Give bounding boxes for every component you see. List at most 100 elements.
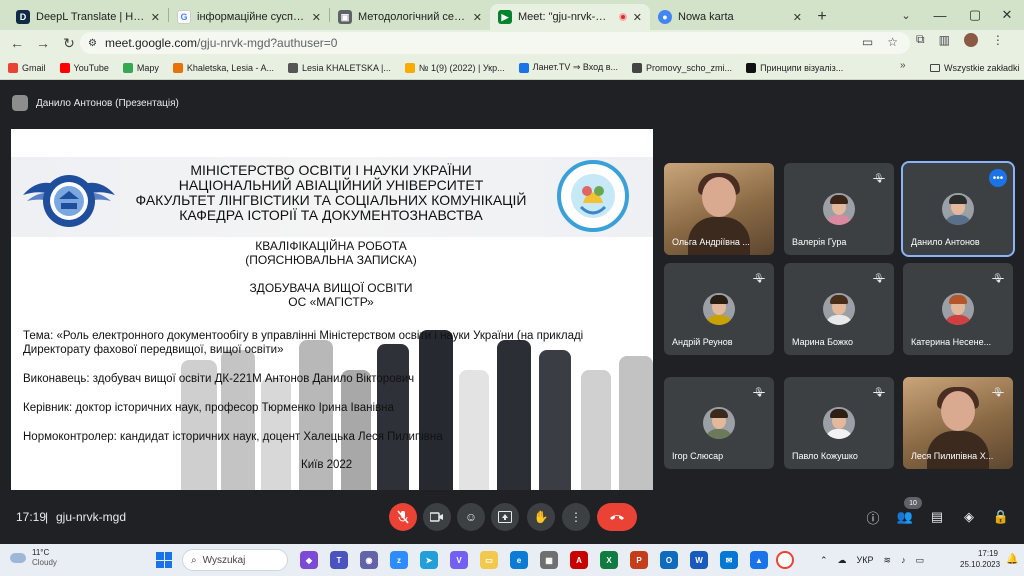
tab-search-icon[interactable]: ⌄ [896, 6, 916, 24]
close-icon[interactable]: ✕ [312, 11, 321, 24]
language-indicator[interactable]: УКР [857, 555, 874, 565]
participant-tile[interactable]: 🎙 Ігор Слюсар [664, 377, 774, 469]
chrome-icon: ● [658, 10, 672, 24]
side-panel-icon[interactable]: ▥ [939, 33, 950, 47]
wifi-icon[interactable]: ≋ [884, 555, 892, 566]
cloud-sync-icon[interactable]: ☁ [838, 555, 847, 566]
mic-toggle-button[interactable] [389, 503, 417, 531]
teams-icon[interactable]: T [330, 551, 348, 569]
topic-line: Директорату фахової передвищої, вищої ос… [23, 344, 284, 356]
menu-icon[interactable]: ⋮ [992, 33, 1004, 47]
back-icon[interactable]: ← [4, 31, 30, 55]
outlook-icon[interactable]: O [660, 551, 678, 569]
present-button[interactable] [491, 503, 519, 531]
minimize-button[interactable]: — [920, 0, 960, 30]
bookmark-item[interactable]: Gmail [8, 62, 46, 73]
bookmark-item[interactable]: № 1(9) (2022) | Укр... [404, 62, 505, 73]
bookmarks-overflow-icon[interactable]: » [900, 60, 906, 71]
all-bookmarks-button[interactable]: Wszystkie zakładki [930, 56, 1020, 80]
system-tray: ⌃ ☁ УКР ≋ ♪ ▭ [820, 544, 924, 576]
powerpoint-icon[interactable]: P [630, 551, 648, 569]
pdf-reader-icon[interactable]: A [570, 551, 588, 569]
bookmark-item[interactable]: Mapy [122, 62, 159, 73]
weather-widget[interactable]: 11°C Cloudy [10, 548, 57, 568]
copilot-icon[interactable]: ◆ [300, 551, 318, 569]
avatar [942, 293, 974, 325]
system-clock[interactable]: 17:19 25.10.2023 [960, 548, 1000, 570]
close-icon[interactable]: ✕ [793, 11, 802, 24]
mic-off-icon: 🎙 [992, 386, 1004, 397]
tab-google-search[interactable]: G інформаційне суспільство в с ✕ [169, 4, 329, 30]
reload-icon[interactable]: ↻ [56, 31, 82, 55]
host-controls-icon[interactable]: 🔒 [992, 508, 1010, 526]
more-options-button[interactable]: ⋮ [562, 503, 590, 531]
participant-name: Леся Пилипівна Х... [911, 451, 994, 461]
new-tab-button[interactable]: + [810, 4, 834, 30]
battery-icon[interactable]: ▭ [916, 555, 925, 566]
address-bar[interactable]: ⚙ meet.google.com/gju-nrvk-mgd?authuser=… [80, 32, 910, 54]
close-icon[interactable]: ✕ [473, 11, 482, 24]
activities-icon[interactable]: ◈ [960, 508, 978, 526]
participant-tile[interactable]: 🎙 Марина Божко [784, 263, 894, 355]
excel-icon[interactable]: X [600, 551, 618, 569]
profile-avatar[interactable] [963, 32, 978, 47]
people-icon[interactable]: 👥 [896, 508, 914, 526]
camera-toggle-button[interactable] [423, 503, 451, 531]
start-button[interactable] [156, 552, 172, 568]
presentation-slide[interactable]: МІНІСТЕРСТВО ОСВІТИ І НАУКИ УКРАЇНИ НАЦІ… [11, 129, 653, 490]
close-icon[interactable]: ✕ [633, 11, 642, 24]
site-info-icon[interactable]: ⚙ [88, 38, 97, 49]
word-icon[interactable]: W [690, 551, 708, 569]
close-window-button[interactable]: ✕ [987, 0, 1024, 30]
tab-meet[interactable]: ▶ Meet: "gju-nrvk-mgd" ✕ [490, 4, 650, 30]
bookmark-item[interactable]: Принципи візуаліз... [746, 62, 843, 73]
viber-icon[interactable]: V [450, 551, 468, 569]
chat-icon[interactable]: ▤ [928, 508, 946, 526]
camera-icon[interactable]: ▭ [862, 35, 873, 49]
tab-title: інформаційне суспільство в с [197, 11, 306, 23]
photos-icon[interactable]: ▲ [750, 551, 768, 569]
leave-call-button[interactable] [597, 503, 637, 531]
bookmark-item[interactable]: Khaletska, Lesia - A... [172, 62, 274, 73]
file-explorer-icon[interactable]: ▭ [480, 551, 498, 569]
bookmark-item[interactable]: Promovy_scho_zmi... [632, 62, 732, 73]
mail-icon[interactable]: ✉ [720, 551, 738, 569]
avatar [823, 193, 855, 225]
store-icon[interactable]: ▦ [540, 551, 558, 569]
notifications-chevron-icon[interactable]: ⌃ [820, 555, 828, 566]
telegram-icon[interactable]: ➤ [420, 551, 438, 569]
info-icon[interactable]: ⓘ [864, 508, 882, 526]
reactions-button[interactable]: ☺ [457, 503, 485, 531]
participant-tile[interactable]: Ольга Андріївна ... [664, 163, 774, 255]
presenter-avatar [12, 95, 28, 111]
raise-hand-button[interactable]: ✋ [527, 503, 555, 531]
participant-tile[interactable]: 🎙 Валерія Гура [784, 163, 894, 255]
edge-icon[interactable]: e [510, 551, 528, 569]
bookmark-item[interactable]: Lesia KHALETSKA |... [287, 62, 391, 73]
extensions-icon[interactable]: ⧉ [916, 32, 925, 47]
close-icon[interactable]: ✕ [151, 11, 160, 24]
tab-new[interactable]: ● Nowa karta ✕ [650, 4, 810, 30]
participant-tile[interactable]: 🎙 Павло Кожушко [784, 377, 894, 469]
taskbar-search[interactable]: ⌕ Wyszukaj [182, 549, 288, 571]
participant-tile[interactable]: 🎙 Андрій Реунов [664, 263, 774, 355]
bookmark-item[interactable]: YouTube [59, 62, 109, 73]
zoom-icon[interactable]: z [390, 551, 408, 569]
tab-title: Методологічний семінар [358, 11, 467, 23]
tab-deepl[interactable]: D DeepL Translate | Найточніші ✕ [8, 4, 168, 30]
chrome-taskbar-icon[interactable] [776, 551, 794, 569]
participant-tile[interactable]: 🎙 Катерина Несене... [903, 263, 1013, 355]
more-options-icon[interactable]: ••• [989, 169, 1007, 187]
volume-icon[interactable]: ♪ [901, 555, 906, 565]
bookmark-label: Mapy [136, 62, 159, 73]
tab-seminar[interactable]: ▣ Методологічний семінар ✕ [330, 4, 490, 30]
chat-app-icon[interactable]: ◉ [360, 551, 378, 569]
participant-tile[interactable]: 🎙 Леся Пилипівна Х... [903, 377, 1013, 469]
forward-icon[interactable]: → [30, 31, 56, 55]
hang-up-icon [610, 515, 624, 520]
notification-bell-icon[interactable]: 🔔 [1006, 554, 1018, 565]
participant-tile[interactable]: ••• Данило Антонов [901, 161, 1015, 257]
bookmark-star-icon[interactable]: ☆ [887, 35, 898, 49]
bookmark-item[interactable]: Ланет.TV ⇒ Вход в... [518, 62, 618, 73]
deepl-icon: D [16, 10, 30, 24]
